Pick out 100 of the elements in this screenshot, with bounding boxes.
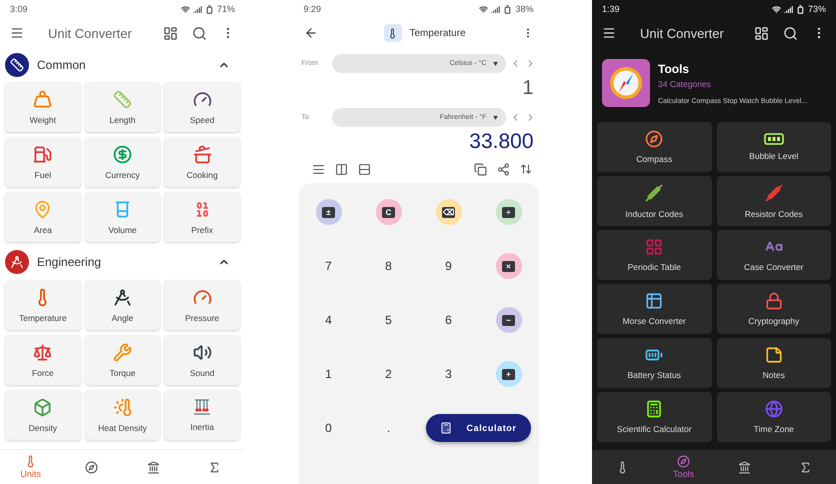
compass-icon bbox=[602, 59, 650, 107]
calculator-button[interactable]: Calculator bbox=[426, 414, 530, 442]
wifi-icon bbox=[479, 4, 488, 14]
operator-key[interactable]: + bbox=[496, 361, 522, 387]
digit-key[interactable]: 5 bbox=[374, 306, 402, 334]
tool-tile[interactable]: Inductor Codes bbox=[597, 176, 712, 226]
bank-icon bbox=[146, 460, 160, 474]
tool-tile[interactable]: Battery Status bbox=[597, 338, 712, 388]
category-tile[interactable]: Weight bbox=[5, 82, 81, 132]
category-tile[interactable]: Torque bbox=[84, 335, 160, 385]
copy-icon[interactable] bbox=[474, 162, 486, 176]
category-tile[interactable]: Angle bbox=[84, 280, 160, 330]
tool-tile[interactable]: Scientific Calculator bbox=[597, 392, 712, 442]
gauge-icon bbox=[192, 288, 212, 306]
compass-icon bbox=[645, 130, 664, 148]
swap-icon[interactable] bbox=[520, 163, 532, 175]
search-icon[interactable] bbox=[783, 26, 798, 40]
drafting-compass-icon bbox=[5, 250, 29, 274]
category-tile[interactable]: Prefix bbox=[164, 192, 240, 242]
digit-key[interactable]: 7 bbox=[314, 252, 342, 280]
digit-key[interactable]: 6 bbox=[434, 306, 462, 334]
category-tile[interactable]: Area bbox=[5, 192, 81, 242]
cube-icon bbox=[33, 398, 52, 416]
table-icon bbox=[645, 292, 664, 310]
bank-icon bbox=[738, 460, 751, 474]
result-value: 33.800 bbox=[469, 130, 534, 154]
app-title: Unit Converter bbox=[640, 26, 724, 40]
battery-percent: 73% bbox=[808, 4, 826, 14]
tool-tile[interactable]: Cryptography bbox=[716, 284, 831, 334]
operator-key[interactable]: C bbox=[376, 199, 402, 225]
screen-title: Temperature bbox=[410, 28, 466, 38]
operator-key[interactable]: × bbox=[496, 253, 522, 279]
wifi-icon bbox=[772, 4, 781, 14]
menu-icon[interactable] bbox=[10, 26, 24, 40]
status-time: 3:09 bbox=[10, 4, 28, 14]
layout-icon[interactable] bbox=[163, 26, 178, 40]
tool-tile[interactable]: Bubble Level bbox=[716, 122, 831, 172]
gauge-icon bbox=[192, 90, 212, 108]
category-tile[interactable]: Density bbox=[5, 390, 81, 440]
section-title: Engineering bbox=[37, 255, 102, 269]
category-tile[interactable]: Sound bbox=[164, 335, 240, 385]
operator-key[interactable]: ÷ bbox=[496, 199, 522, 225]
tool-tile[interactable]: Resistor Codes bbox=[716, 176, 831, 226]
lock-icon bbox=[764, 292, 783, 310]
header-subtitle: 34 Categories bbox=[658, 78, 712, 88]
rows-icon[interactable] bbox=[358, 162, 370, 176]
operator-key[interactable]: ± bbox=[316, 199, 342, 225]
tool-tile[interactable]: Morse Converter bbox=[597, 284, 712, 334]
tool-tile[interactable]: Periodic Table bbox=[597, 230, 712, 280]
operator-key[interactable]: ⌫ bbox=[436, 199, 462, 225]
search-icon[interactable] bbox=[192, 26, 207, 40]
digit-key[interactable]: 9 bbox=[434, 252, 462, 280]
category-tile[interactable]: Length bbox=[84, 82, 160, 132]
category-tile[interactable]: Fuel bbox=[5, 137, 81, 187]
digit-key[interactable]: 1 bbox=[314, 360, 342, 388]
lines-icon[interactable] bbox=[312, 162, 324, 176]
category-tile[interactable]: Pressure bbox=[164, 280, 240, 330]
digit-key[interactable]: . bbox=[374, 414, 402, 442]
digit-key[interactable]: 8 bbox=[374, 252, 402, 280]
grid-icon bbox=[645, 238, 664, 256]
category-tile[interactable]: Currency bbox=[84, 137, 160, 187]
nav-tab[interactable]: Units bbox=[0, 450, 62, 484]
battery-percent: 38% bbox=[515, 4, 534, 14]
digit-key[interactable]: 3 bbox=[434, 360, 462, 388]
wifi-icon bbox=[180, 4, 190, 14]
caret-icon bbox=[492, 60, 498, 66]
input-value: 1 bbox=[522, 76, 534, 100]
weight-icon bbox=[33, 90, 52, 108]
layout-icon[interactable] bbox=[754, 26, 769, 40]
calculator-icon bbox=[440, 422, 452, 434]
tool-tile[interactable]: Notes bbox=[716, 338, 831, 388]
category-tile[interactable]: Volume bbox=[84, 192, 160, 242]
tool-tile[interactable]: Case Converter bbox=[716, 230, 831, 280]
category-tile[interactable]: Inertia bbox=[164, 390, 240, 440]
beaker-icon bbox=[112, 200, 132, 218]
signal-icon bbox=[491, 4, 500, 14]
compass-icon bbox=[85, 460, 98, 474]
thermometer-sun-icon bbox=[112, 398, 132, 416]
battery-icon bbox=[796, 4, 805, 14]
category-tile[interactable]: Temperature bbox=[5, 280, 81, 330]
speaker-icon bbox=[192, 342, 212, 362]
level-icon bbox=[764, 133, 784, 145]
menu-icon[interactable] bbox=[602, 26, 616, 40]
battery-percent: 71% bbox=[216, 4, 235, 14]
digit-key[interactable]: 0 bbox=[314, 414, 342, 442]
share-icon[interactable] bbox=[496, 162, 510, 176]
digit-key[interactable]: 4 bbox=[314, 306, 342, 334]
category-tile[interactable]: Speed bbox=[164, 82, 240, 132]
tool-tile[interactable]: Time Zone bbox=[716, 392, 831, 442]
category-tile[interactable]: Heat Density bbox=[84, 390, 160, 440]
category-tile[interactable]: Cooking bbox=[164, 137, 240, 187]
digit-key[interactable]: 2 bbox=[374, 360, 402, 388]
drafting-compass-icon bbox=[112, 288, 132, 306]
category-tile[interactable]: Force bbox=[5, 335, 81, 385]
tool-tile[interactable]: Compass bbox=[597, 122, 712, 172]
operator-key[interactable]: − bbox=[496, 307, 522, 333]
thermometer-icon bbox=[384, 24, 402, 42]
fuel-pump-icon bbox=[33, 144, 52, 164]
dollar-coin-icon bbox=[112, 144, 132, 164]
columns-icon[interactable] bbox=[334, 162, 348, 176]
